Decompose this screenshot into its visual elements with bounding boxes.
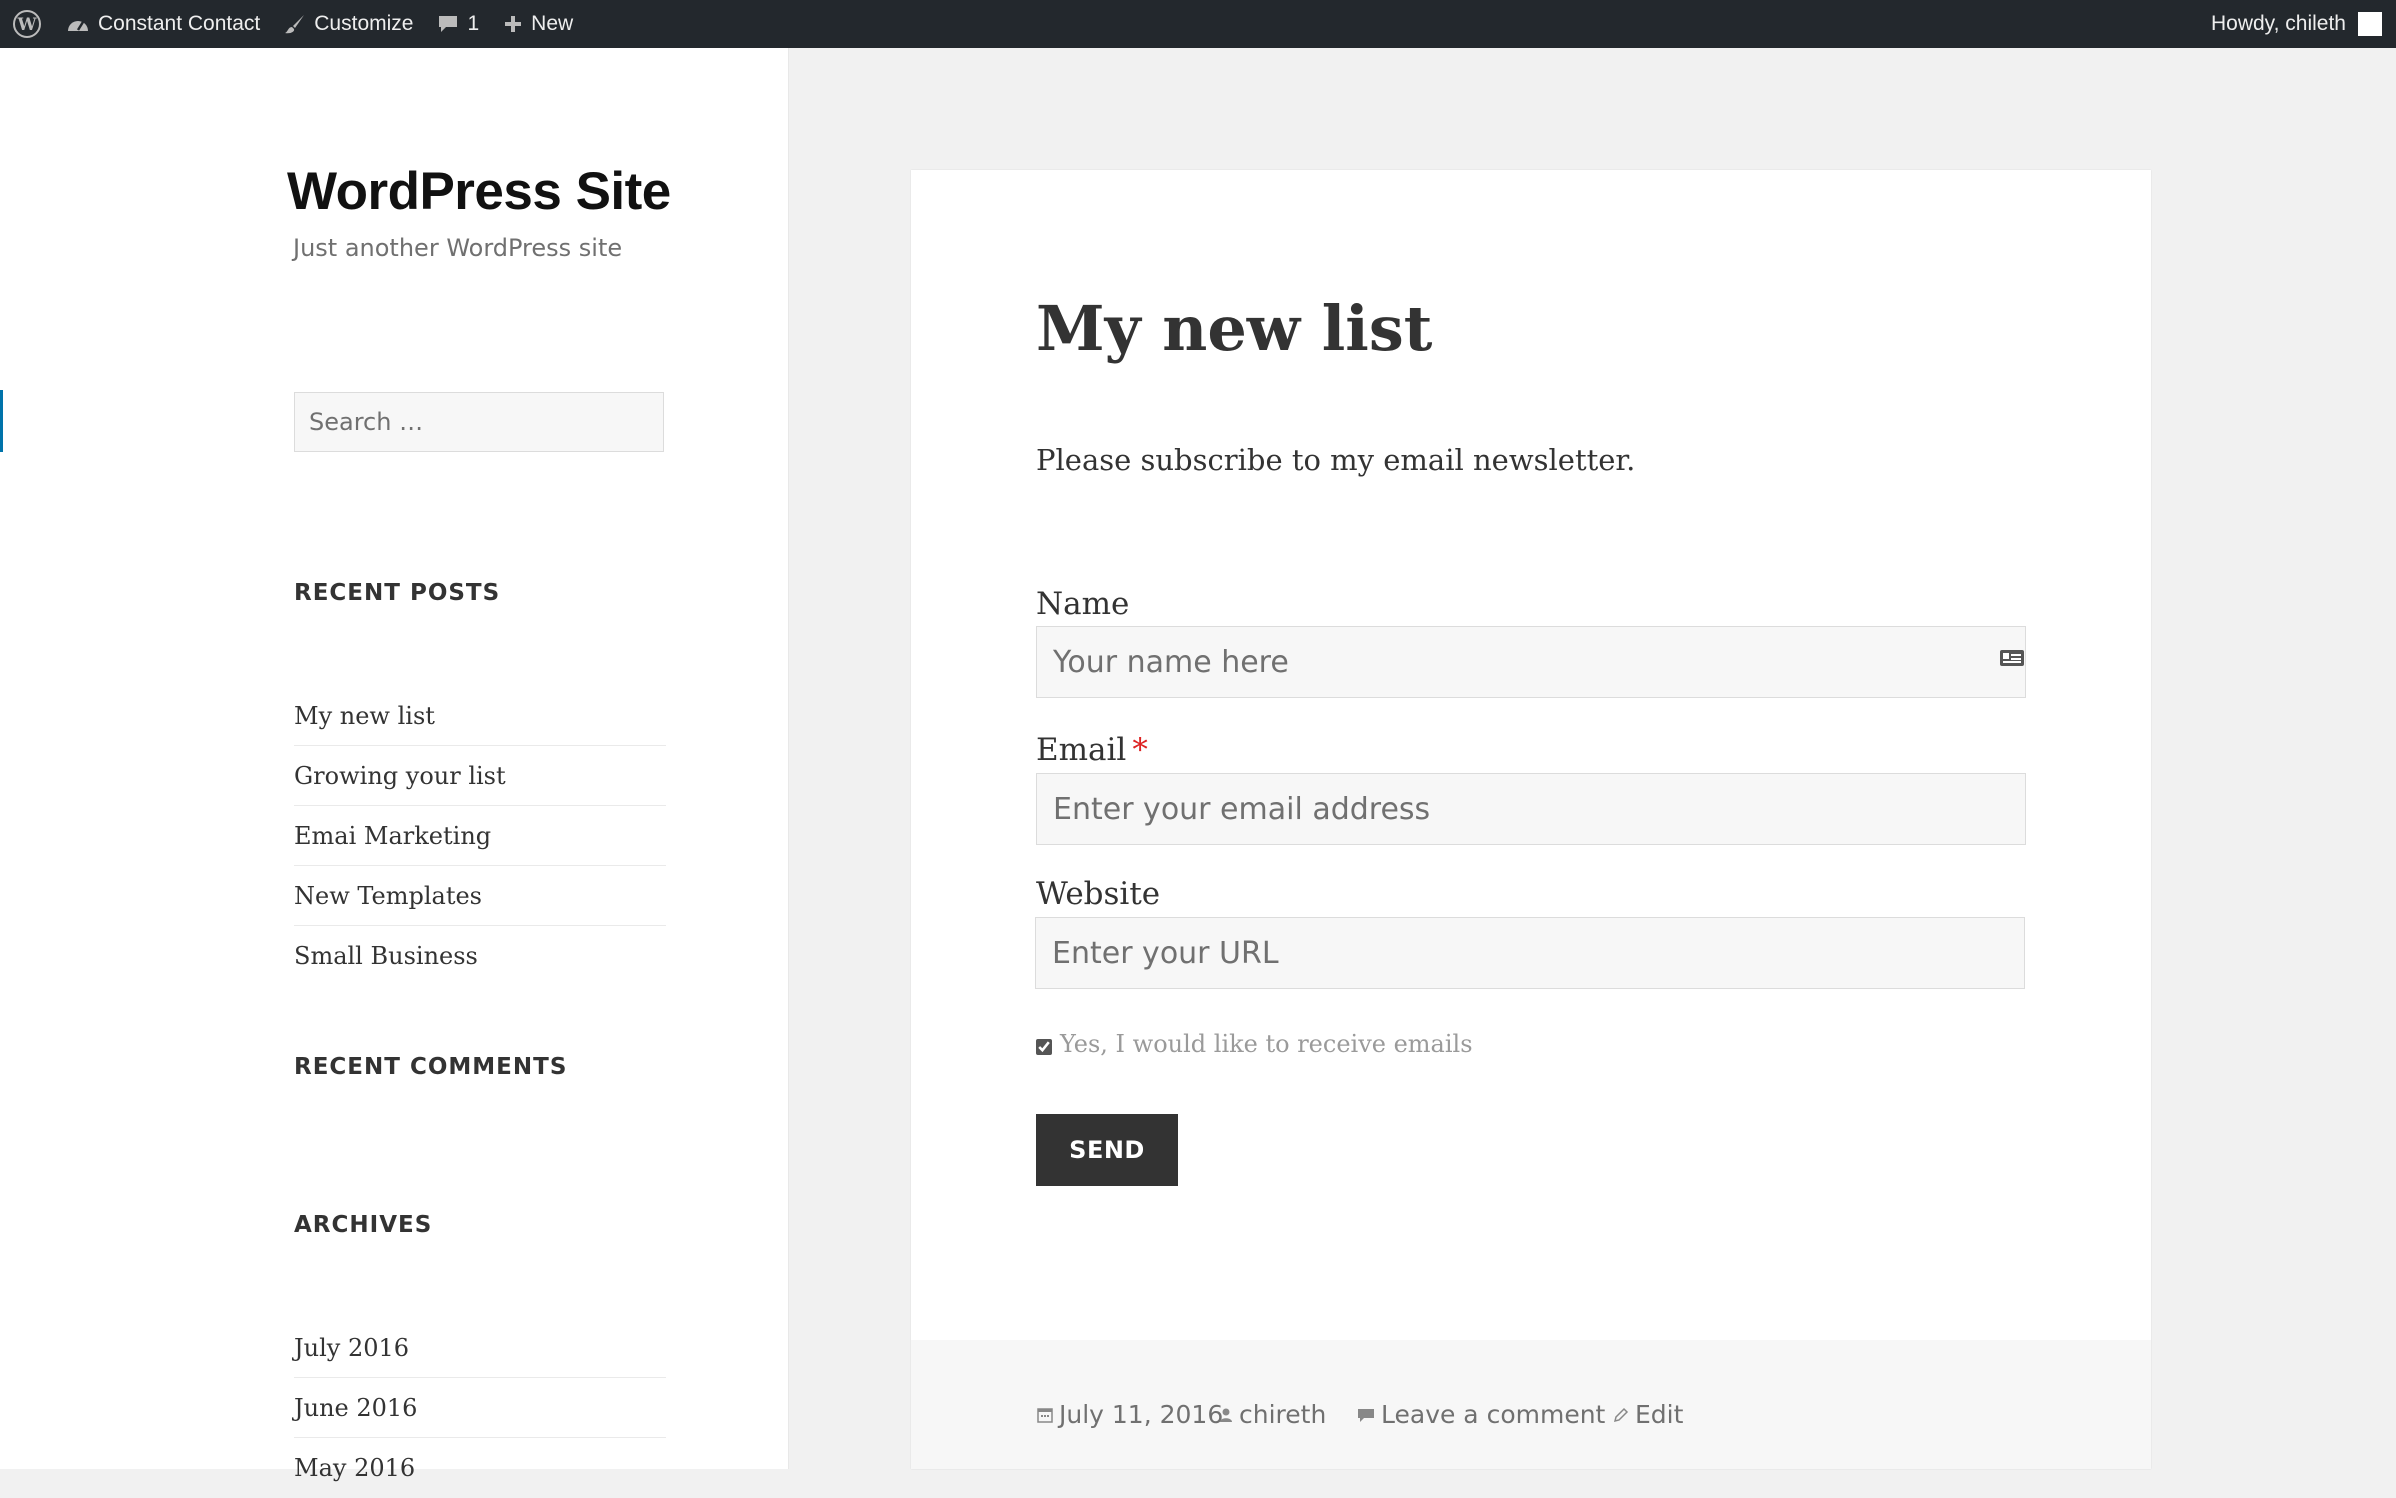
archive-link[interactable]: June 2016 — [294, 1394, 417, 1422]
optin-label[interactable]: Yes, I would like to receive emails — [1060, 1030, 1473, 1058]
post-edit: Edit — [1613, 1400, 1683, 1429]
contact-card-icon[interactable] — [1999, 648, 2025, 672]
admin-bar-account[interactable]: Howdy, chileth — [2211, 0, 2396, 48]
admin-bar-customize-label: Customize — [314, 12, 414, 35]
recent-post-link[interactable]: Emai Marketing — [294, 822, 491, 850]
recent-post-link[interactable]: New Templates — [294, 882, 482, 910]
admin-bar-site[interactable]: Constant Contact — [54, 0, 272, 48]
website-label: Website — [1036, 876, 1161, 912]
recent-post-link[interactable]: My new list — [294, 702, 435, 730]
plus-icon — [503, 14, 523, 34]
name-field[interactable] — [1036, 626, 2026, 698]
site-description: Just another WordPress site — [293, 234, 623, 262]
admin-bar-greeting: Howdy, chileth — [2210, 12, 2346, 35]
leave-comment-link[interactable]: Leave a comment — [1381, 1400, 1605, 1429]
admin-bar-comments[interactable]: 1 — [425, 0, 491, 48]
sidebar-accent-marker — [0, 390, 3, 452]
list-item: May 2016 — [294, 1438, 666, 1498]
required-marker: * — [1132, 732, 1148, 768]
site-title[interactable]: WordPress Site — [287, 161, 671, 222]
admin-bar-new-label: New — [531, 12, 574, 35]
post-author-link[interactable]: chireth — [1239, 1400, 1326, 1429]
list-item: July 2016 — [294, 1318, 666, 1378]
website-field[interactable] — [1035, 917, 2025, 989]
recent-post-link[interactable]: Growing your list — [294, 762, 506, 790]
article: My new list Please subscribe to my email… — [911, 170, 2151, 1469]
admin-bar-comments-count: 1 — [467, 12, 480, 35]
edit-link[interactable]: Edit — [1635, 1400, 1683, 1429]
email-label-text: Email — [1036, 732, 1127, 768]
recent-post-link[interactable]: Small Business — [294, 942, 478, 970]
brush-icon — [284, 13, 306, 35]
post-date-link[interactable]: July 11, 2016 — [1059, 1400, 1223, 1429]
optin-checkbox[interactable] — [1036, 1039, 1052, 1055]
list-item: June 2016 — [294, 1378, 666, 1438]
article-intro: Please subscribe to my email newsletter. — [1036, 443, 1636, 477]
person-icon — [1219, 1400, 1239, 1429]
sidebar: WordPress Site Just another WordPress si… — [0, 48, 789, 1482]
list-item: My new list — [294, 686, 666, 746]
post-author: chireth — [1219, 1400, 1326, 1429]
recent-posts-title: RECENT POSTS — [294, 580, 501, 606]
recent-posts-list: My new list Growing your list Emai Marke… — [294, 686, 666, 986]
email-label: Email * — [1036, 732, 1148, 768]
comment-bubble-icon — [437, 13, 459, 35]
recent-comments-title: RECENT COMMENTS — [294, 1054, 568, 1080]
archive-link[interactable]: May 2016 — [294, 1454, 415, 1482]
list-item: New Templates — [294, 866, 666, 926]
post-date: July 11, 2016 — [1037, 1400, 1223, 1429]
email-field[interactable] — [1036, 773, 2026, 845]
entry-footer: July 11, 2016 chireth Leave a comment Ed… — [911, 1340, 2151, 1469]
list-item: Small Business — [294, 926, 666, 986]
calendar-icon — [1037, 1400, 1059, 1429]
admin-bar-site-name: Constant Contact — [98, 12, 261, 35]
svg-text:W: W — [16, 15, 37, 35]
archive-link[interactable]: July 2016 — [294, 1334, 409, 1362]
post-comments: Leave a comment — [1357, 1400, 1605, 1429]
admin-bar-customize[interactable]: Customize — [272, 0, 425, 48]
name-label: Name — [1036, 586, 1130, 622]
list-item: Growing your list — [294, 746, 666, 806]
list-item: Emai Marketing — [294, 806, 666, 866]
pencil-icon — [1613, 1400, 1635, 1429]
archives-title: ARCHIVES — [294, 1212, 433, 1238]
wordpress-logo-icon[interactable]: W — [0, 0, 54, 48]
admin-bar-new[interactable]: New — [491, 0, 585, 48]
comment-bubble-icon — [1357, 1400, 1381, 1429]
dashboard-icon — [66, 14, 90, 34]
send-button[interactable]: SEND — [1036, 1114, 1178, 1186]
search-input[interactable] — [294, 392, 664, 452]
page-title: My new list — [1036, 292, 1433, 365]
avatar — [2358, 12, 2382, 36]
admin-bar: W Constant Contact Customize 1 New Howdy… — [0, 0, 2396, 48]
archives-list: July 2016 June 2016 May 2016 — [294, 1318, 666, 1498]
